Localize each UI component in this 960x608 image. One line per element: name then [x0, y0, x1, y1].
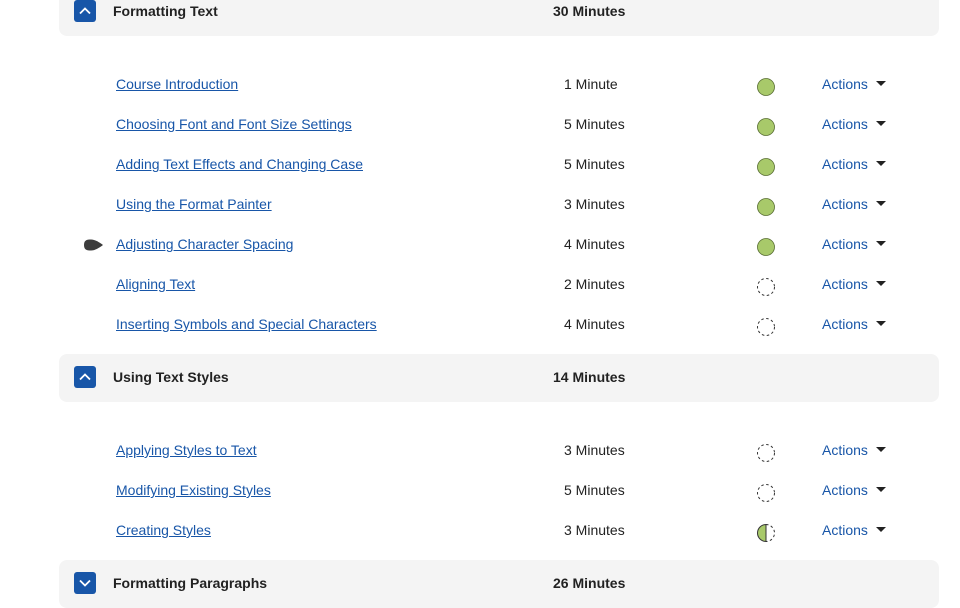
lesson-row: Using the Format Painter 3 Minutes Actions: [0, 185, 960, 225]
actions-dropdown[interactable]: Actions: [822, 76, 886, 92]
actions-label: Actions: [822, 116, 868, 132]
actions-dropdown[interactable]: Actions: [822, 316, 886, 332]
lesson-row: Aligning Text 2 Minutes Actions: [0, 265, 960, 305]
actions-label: Actions: [822, 316, 868, 332]
expand-section-button[interactable]: [74, 572, 96, 594]
lesson-duration: 3 Minutes: [564, 522, 625, 538]
lesson-row: Adding Text Effects and Changing Case 5 M…: [0, 145, 960, 185]
status-not-started-icon: [756, 277, 776, 297]
lesson-duration: 4 Minutes: [564, 236, 625, 252]
lesson-link[interactable]: Adding Text Effects and Changing Case: [116, 156, 363, 172]
caret-down-icon: [875, 201, 886, 206]
actions-label: Actions: [822, 156, 868, 172]
status-complete-icon: [756, 77, 776, 97]
actions-label: Actions: [822, 276, 868, 292]
section-title: Using Text Styles: [113, 369, 229, 385]
lesson-duration: 5 Minutes: [564, 116, 625, 132]
caret-down-icon: [875, 81, 886, 86]
status-complete-icon: [756, 237, 776, 257]
caret-down-icon: [875, 161, 886, 166]
actions-dropdown[interactable]: Actions: [822, 236, 886, 252]
lesson-link[interactable]: Course Introduction: [116, 76, 238, 92]
lesson-link[interactable]: Applying Styles to Text: [116, 442, 257, 458]
status-not-started-icon: [756, 483, 776, 503]
actions-dropdown[interactable]: Actions: [822, 276, 886, 292]
caret-down-icon: [875, 487, 886, 492]
caret-down-icon: [875, 527, 886, 532]
caret-down-icon: [875, 281, 886, 286]
lesson-link[interactable]: Modifying Existing Styles: [116, 482, 271, 498]
status-complete-icon: [756, 197, 776, 217]
actions-dropdown[interactable]: Actions: [822, 482, 886, 498]
lesson-link[interactable]: Using the Format Painter: [116, 196, 272, 212]
caret-down-icon: [875, 447, 886, 452]
status-complete-icon: [756, 117, 776, 137]
actions-label: Actions: [822, 236, 868, 252]
lesson-row: Course Introduction 1 Minute Actions: [0, 65, 960, 105]
lesson-duration: 5 Minutes: [564, 156, 625, 172]
lesson-link[interactable]: Adjusting Character Spacing: [116, 236, 293, 252]
lesson-row: Creating Styles 3 Minutes Actions: [0, 511, 960, 551]
collapse-section-button[interactable]: [74, 366, 96, 388]
actions-dropdown[interactable]: Actions: [822, 116, 886, 132]
caret-down-icon: [875, 121, 886, 126]
lesson-duration: 5 Minutes: [564, 482, 625, 498]
actions-dropdown[interactable]: Actions: [822, 196, 886, 212]
caret-down-icon: [875, 321, 886, 326]
lesson-duration: 3 Minutes: [564, 442, 625, 458]
section-duration: 14 Minutes: [553, 369, 626, 385]
lesson-row: Applying Styles to Text 3 Minutes Actions: [0, 431, 960, 471]
lesson-row: Adjusting Character Spacing 4 Minutes Acti…: [0, 225, 960, 265]
actions-label: Actions: [822, 196, 868, 212]
lesson-row: Modifying Existing Styles 5 Minutes Action…: [0, 471, 960, 511]
lesson-duration: 3 Minutes: [564, 196, 625, 212]
section-header: Formatting Paragraphs 26 Minutes: [59, 560, 939, 608]
lesson-link[interactable]: Choosing Font and Font Size Settings: [116, 116, 352, 132]
lesson-link[interactable]: Inserting Symbols and Special Characters: [116, 316, 377, 332]
status-not-started-icon: [756, 443, 776, 463]
status-complete-icon: [756, 157, 776, 177]
collapse-section-button[interactable]: [74, 0, 96, 22]
actions-label: Actions: [822, 442, 868, 458]
status-in-progress-icon: [756, 523, 776, 543]
lesson-duration: 4 Minutes: [564, 316, 625, 332]
actions-dropdown[interactable]: Actions: [822, 522, 886, 538]
lesson-duration: 1 Minute: [564, 76, 618, 92]
actions-dropdown[interactable]: Actions: [822, 156, 886, 172]
actions-label: Actions: [822, 482, 868, 498]
status-not-started-icon: [756, 317, 776, 337]
caret-down-icon: [875, 241, 886, 246]
current-lesson-marker-icon: [83, 237, 105, 258]
actions-label: Actions: [822, 76, 868, 92]
section-title: Formatting Paragraphs: [113, 575, 268, 591]
section-header: Using Text Styles 14 Minutes: [59, 354, 939, 402]
actions-label: Actions: [822, 522, 868, 538]
lesson-row: Inserting Symbols and Special Characters…: [0, 305, 960, 345]
section-duration: 30 Minutes: [553, 3, 626, 19]
section-title: Formatting Text: [113, 3, 218, 19]
actions-dropdown[interactable]: Actions: [822, 442, 886, 458]
section-header: Formatting Text 30 Minutes: [59, 0, 939, 36]
lesson-duration: 2 Minutes: [564, 276, 625, 292]
lesson-link[interactable]: Aligning Text: [116, 276, 195, 292]
lesson-link[interactable]: Creating Styles: [116, 522, 211, 538]
section-duration: 26 Minutes: [553, 575, 626, 591]
lesson-row: Choosing Font and Font Size Settings 5 Mi…: [0, 105, 960, 145]
